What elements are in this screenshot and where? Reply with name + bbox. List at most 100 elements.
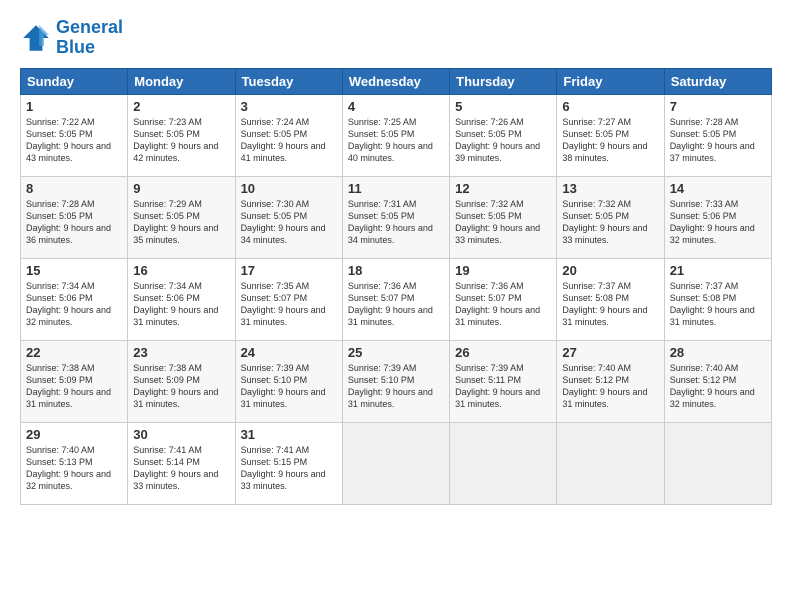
daylight-label: Daylight: 9 hours and 43 minutes. (26, 141, 111, 163)
calendar-week-3: 15 Sunrise: 7:34 AM Sunset: 5:06 PM Dayl… (21, 258, 772, 340)
day-number: 23 (133, 345, 229, 360)
day-number: 9 (133, 181, 229, 196)
sunset-label: Sunset: 5:06 PM (26, 293, 93, 303)
sunset-label: Sunset: 5:10 PM (348, 375, 415, 385)
daylight-label: Daylight: 9 hours and 31 minutes. (562, 305, 647, 327)
sunset-label: Sunset: 5:15 PM (241, 457, 308, 467)
sunrise-label: Sunrise: 7:40 AM (670, 363, 739, 373)
sunrise-label: Sunrise: 7:37 AM (562, 281, 631, 291)
calendar-cell (664, 422, 771, 504)
calendar-cell: 7 Sunrise: 7:28 AM Sunset: 5:05 PM Dayli… (664, 94, 771, 176)
calendar-header-saturday: Saturday (664, 68, 771, 94)
day-info: Sunrise: 7:34 AM Sunset: 5:06 PM Dayligh… (133, 280, 229, 329)
logo: General Blue (20, 18, 123, 58)
day-info: Sunrise: 7:41 AM Sunset: 5:14 PM Dayligh… (133, 444, 229, 493)
sunset-label: Sunset: 5:12 PM (562, 375, 629, 385)
day-number: 28 (670, 345, 766, 360)
calendar-cell: 27 Sunrise: 7:40 AM Sunset: 5:12 PM Dayl… (557, 340, 664, 422)
day-number: 21 (670, 263, 766, 278)
sunset-label: Sunset: 5:08 PM (670, 293, 737, 303)
day-info: Sunrise: 7:27 AM Sunset: 5:05 PM Dayligh… (562, 116, 658, 165)
calendar-cell: 2 Sunrise: 7:23 AM Sunset: 5:05 PM Dayli… (128, 94, 235, 176)
sunset-label: Sunset: 5:11 PM (455, 375, 521, 385)
day-info: Sunrise: 7:39 AM Sunset: 5:10 PM Dayligh… (348, 362, 444, 411)
daylight-label: Daylight: 9 hours and 33 minutes. (562, 223, 647, 245)
day-info: Sunrise: 7:32 AM Sunset: 5:05 PM Dayligh… (455, 198, 551, 247)
day-info: Sunrise: 7:26 AM Sunset: 5:05 PM Dayligh… (455, 116, 551, 165)
sunrise-label: Sunrise: 7:35 AM (241, 281, 310, 291)
day-number: 15 (26, 263, 122, 278)
day-info: Sunrise: 7:38 AM Sunset: 5:09 PM Dayligh… (26, 362, 122, 411)
calendar-cell: 3 Sunrise: 7:24 AM Sunset: 5:05 PM Dayli… (235, 94, 342, 176)
sunset-label: Sunset: 5:05 PM (562, 129, 629, 139)
sunset-label: Sunset: 5:06 PM (133, 293, 200, 303)
day-info: Sunrise: 7:40 AM Sunset: 5:12 PM Dayligh… (670, 362, 766, 411)
day-number: 14 (670, 181, 766, 196)
day-number: 19 (455, 263, 551, 278)
sunrise-label: Sunrise: 7:28 AM (670, 117, 739, 127)
calendar-cell: 29 Sunrise: 7:40 AM Sunset: 5:13 PM Dayl… (21, 422, 128, 504)
daylight-label: Daylight: 9 hours and 31 minutes. (670, 305, 755, 327)
calendar-cell: 8 Sunrise: 7:28 AM Sunset: 5:05 PM Dayli… (21, 176, 128, 258)
calendar-cell: 21 Sunrise: 7:37 AM Sunset: 5:08 PM Dayl… (664, 258, 771, 340)
calendar-header-monday: Monday (128, 68, 235, 94)
sunset-label: Sunset: 5:05 PM (241, 129, 308, 139)
day-number: 17 (241, 263, 337, 278)
calendar-cell: 28 Sunrise: 7:40 AM Sunset: 5:12 PM Dayl… (664, 340, 771, 422)
day-info: Sunrise: 7:30 AM Sunset: 5:05 PM Dayligh… (241, 198, 337, 247)
sunset-label: Sunset: 5:05 PM (26, 129, 93, 139)
sunset-label: Sunset: 5:05 PM (133, 129, 200, 139)
day-info: Sunrise: 7:24 AM Sunset: 5:05 PM Dayligh… (241, 116, 337, 165)
day-info: Sunrise: 7:28 AM Sunset: 5:05 PM Dayligh… (26, 198, 122, 247)
sunset-label: Sunset: 5:05 PM (455, 129, 522, 139)
calendar-header-sunday: Sunday (21, 68, 128, 94)
daylight-label: Daylight: 9 hours and 35 minutes. (133, 223, 218, 245)
calendar-cell: 12 Sunrise: 7:32 AM Sunset: 5:05 PM Dayl… (450, 176, 557, 258)
day-info: Sunrise: 7:31 AM Sunset: 5:05 PM Dayligh… (348, 198, 444, 247)
calendar-table: SundayMondayTuesdayWednesdayThursdayFrid… (20, 68, 772, 505)
calendar-body: 1 Sunrise: 7:22 AM Sunset: 5:05 PM Dayli… (21, 94, 772, 504)
daylight-label: Daylight: 9 hours and 31 minutes. (348, 305, 433, 327)
sunrise-label: Sunrise: 7:40 AM (562, 363, 631, 373)
day-info: Sunrise: 7:39 AM Sunset: 5:10 PM Dayligh… (241, 362, 337, 411)
calendar-cell: 30 Sunrise: 7:41 AM Sunset: 5:14 PM Dayl… (128, 422, 235, 504)
sunrise-label: Sunrise: 7:33 AM (670, 199, 739, 209)
day-info: Sunrise: 7:23 AM Sunset: 5:05 PM Dayligh… (133, 116, 229, 165)
daylight-label: Daylight: 9 hours and 32 minutes. (670, 223, 755, 245)
calendar-cell: 6 Sunrise: 7:27 AM Sunset: 5:05 PM Dayli… (557, 94, 664, 176)
daylight-label: Daylight: 9 hours and 39 minutes. (455, 141, 540, 163)
sunrise-label: Sunrise: 7:39 AM (455, 363, 524, 373)
sunset-label: Sunset: 5:05 PM (348, 211, 415, 221)
calendar-cell: 5 Sunrise: 7:26 AM Sunset: 5:05 PM Dayli… (450, 94, 557, 176)
sunrise-label: Sunrise: 7:27 AM (562, 117, 631, 127)
daylight-label: Daylight: 9 hours and 31 minutes. (26, 387, 111, 409)
daylight-label: Daylight: 9 hours and 32 minutes. (26, 305, 111, 327)
day-number: 7 (670, 99, 766, 114)
day-info: Sunrise: 7:34 AM Sunset: 5:06 PM Dayligh… (26, 280, 122, 329)
sunrise-label: Sunrise: 7:32 AM (562, 199, 631, 209)
sunset-label: Sunset: 5:09 PM (26, 375, 93, 385)
day-info: Sunrise: 7:25 AM Sunset: 5:05 PM Dayligh… (348, 116, 444, 165)
sunset-label: Sunset: 5:13 PM (26, 457, 93, 467)
calendar-cell: 31 Sunrise: 7:41 AM Sunset: 5:15 PM Dayl… (235, 422, 342, 504)
daylight-label: Daylight: 9 hours and 33 minutes. (455, 223, 540, 245)
day-number: 5 (455, 99, 551, 114)
calendar-header-wednesday: Wednesday (342, 68, 449, 94)
day-info: Sunrise: 7:38 AM Sunset: 5:09 PM Dayligh… (133, 362, 229, 411)
daylight-label: Daylight: 9 hours and 31 minutes. (241, 387, 326, 409)
sunset-label: Sunset: 5:08 PM (562, 293, 629, 303)
sunset-label: Sunset: 5:05 PM (26, 211, 93, 221)
sunrise-label: Sunrise: 7:38 AM (133, 363, 202, 373)
calendar-header-row: SundayMondayTuesdayWednesdayThursdayFrid… (21, 68, 772, 94)
calendar-cell (342, 422, 449, 504)
day-info: Sunrise: 7:36 AM Sunset: 5:07 PM Dayligh… (348, 280, 444, 329)
sunrise-label: Sunrise: 7:25 AM (348, 117, 417, 127)
daylight-label: Daylight: 9 hours and 32 minutes. (26, 469, 111, 491)
day-number: 26 (455, 345, 551, 360)
day-number: 20 (562, 263, 658, 278)
day-info: Sunrise: 7:37 AM Sunset: 5:08 PM Dayligh… (562, 280, 658, 329)
sunrise-label: Sunrise: 7:41 AM (241, 445, 310, 455)
calendar-cell: 15 Sunrise: 7:34 AM Sunset: 5:06 PM Dayl… (21, 258, 128, 340)
sunset-label: Sunset: 5:09 PM (133, 375, 200, 385)
day-info: Sunrise: 7:28 AM Sunset: 5:05 PM Dayligh… (670, 116, 766, 165)
